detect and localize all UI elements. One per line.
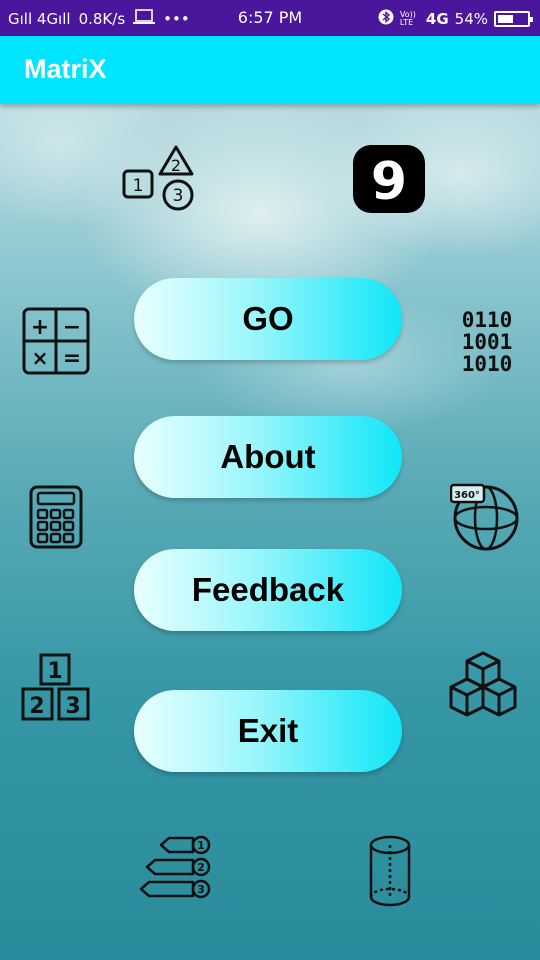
- status-bar-right: Vo)) LTE 4G 54%: [378, 9, 533, 29]
- ranked-arrows-icon: 1 2 3: [139, 834, 213, 906]
- about-button[interactable]: About: [134, 416, 402, 498]
- bluetooth-icon: [378, 9, 394, 29]
- app-title: MatriX: [24, 54, 107, 84]
- arrow-digit-1: 1: [197, 839, 205, 852]
- arrow-digit-2: 2: [197, 861, 205, 874]
- shape-digit-1: 1: [133, 176, 144, 196]
- battery-percent: 54%: [454, 10, 488, 28]
- plus-symbol: +: [31, 315, 49, 340]
- shape-digit-2: 2: [171, 156, 181, 175]
- exit-button[interactable]: Exit: [134, 690, 402, 772]
- binary-row-1: 0110: [462, 308, 513, 332]
- battery-level: [498, 15, 514, 23]
- stack-digit-2: 2: [29, 694, 44, 719]
- app-bar: MatriX: [0, 36, 540, 104]
- go-button[interactable]: GO: [134, 278, 402, 360]
- stack-digit-3: 3: [65, 694, 80, 719]
- binary-code-icon: 0110 1001 1010: [450, 305, 524, 377]
- stacked-numbers-icon: 1 2 3: [21, 653, 91, 721]
- shape-digit-3: 3: [173, 186, 184, 206]
- minus-symbol: −: [63, 315, 81, 340]
- sphere-label: 360°: [454, 490, 480, 501]
- cubes-icon: [448, 651, 518, 721]
- equals-symbol: =: [63, 346, 81, 371]
- stack-digit-1: 1: [47, 659, 62, 684]
- number-nine-icon: 9: [352, 144, 426, 214]
- battery-icon: [494, 11, 533, 27]
- binary-row-2: 1001: [462, 330, 513, 354]
- times-symbol: ×: [32, 346, 49, 370]
- network-type: 4G: [425, 10, 449, 28]
- numbered-shapes-icon: 1 2 3: [122, 144, 198, 214]
- sphere-360-icon: 360°: [450, 482, 520, 552]
- calculator-operations-icon: + − × =: [22, 307, 90, 375]
- cylinder-icon: [368, 835, 412, 907]
- status-bar: Gıll 4Gıll 0.8K/s ••• 6:57 PM Vo)) LTE 4…: [0, 0, 540, 36]
- volte-indicator: Vo)) LTE: [399, 10, 416, 27]
- binary-row-3: 1010: [462, 352, 513, 376]
- nine-digit: 9: [371, 152, 407, 212]
- feedback-button[interactable]: Feedback: [134, 549, 402, 631]
- calculator-icon: [29, 485, 83, 549]
- arrow-digit-3: 3: [197, 883, 205, 896]
